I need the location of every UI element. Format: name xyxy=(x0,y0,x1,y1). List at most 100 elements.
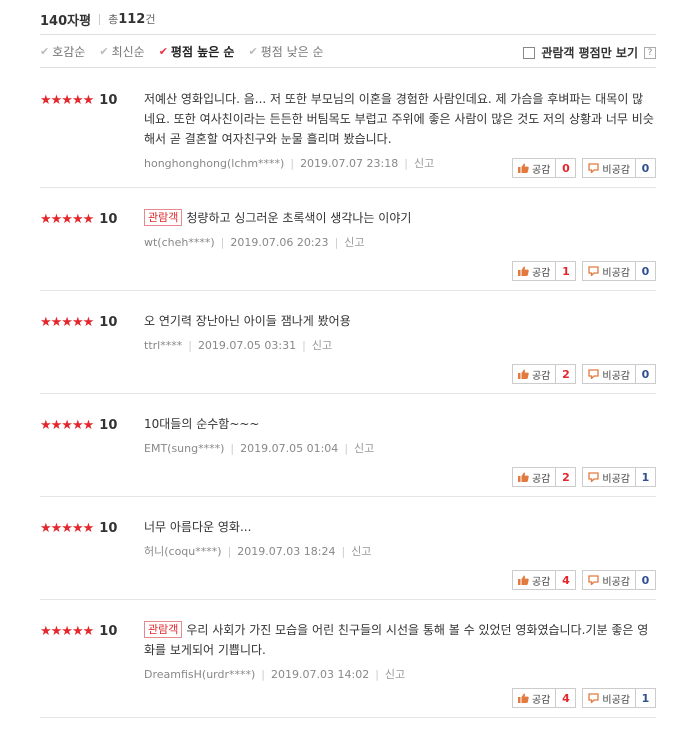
stars-icon: ★★★★★ xyxy=(40,93,94,108)
review-item: ★★★★★ 10 관람객 우리 사회가 가진 모습을 어린 친구들의 시선을 통해 볼… xyxy=(40,600,656,718)
review-user[interactable]: 허니(coqu****) xyxy=(144,545,222,558)
check-icon: ✔ xyxy=(248,44,258,58)
review-text: 10대들의 순수함~~~ xyxy=(144,417,260,431)
audience-only-toggle[interactable]: 관람객 평점만 보기 ? xyxy=(523,44,656,61)
dislike-button[interactable]: 비공감 xyxy=(582,467,636,487)
review-date: 2019.07.05 03:31 xyxy=(197,339,297,352)
audience-badge: 관람객 xyxy=(144,209,183,226)
star-rating: ★★★★★ 10 xyxy=(40,521,117,536)
stars-icon: ★★★★★ xyxy=(40,212,94,227)
like-button[interactable]: 공감 xyxy=(511,467,557,487)
thumbs-up-icon xyxy=(517,369,529,379)
review-item: ★★★★★ 10 너무 아름다운 영화... 허니(coqu****) | 2019.07… xyxy=(40,497,656,600)
score: 10 xyxy=(99,624,118,639)
star-rating: ★★★★★ 10 xyxy=(40,418,117,433)
like-button[interactable]: 공감 xyxy=(511,570,557,590)
review-date: 2019.07.03 14:02 xyxy=(271,668,370,681)
like-button[interactable]: 공감 xyxy=(511,261,557,281)
report-link[interactable]: 신고 xyxy=(414,157,434,170)
score: 10 xyxy=(99,315,118,330)
score: 10 xyxy=(99,212,118,227)
section-title: 140자평 xyxy=(40,13,92,29)
thumbs-down-icon xyxy=(588,266,600,276)
review-item: ★★★★★ 10 저예산 영화입니다. 음... 저 또한 부모님의 이혼을 경험한… xyxy=(40,69,656,188)
review-user[interactable]: honghonghong(lchm****) xyxy=(144,157,284,170)
report-link[interactable]: 신고 xyxy=(351,545,371,558)
stars-icon: ★★★★★ xyxy=(40,624,94,639)
report-link[interactable]: 신고 xyxy=(312,339,332,352)
thumbs-up-icon xyxy=(517,472,529,482)
review-user[interactable]: wt(cheh****) xyxy=(144,236,215,249)
review-meta: DreamfisH(urdr****) | 2019.07.03 14:02 | 신고 xyxy=(144,668,406,681)
dislike-button[interactable]: 비공감 xyxy=(582,261,636,281)
score: 10 xyxy=(99,93,118,108)
review-date: 2019.07.03 18:24 xyxy=(237,545,336,558)
sort-option[interactable]: ✔ 평점 낮은 순 xyxy=(248,43,323,60)
review-list: ★★★★★ 10 저예산 영화입니다. 음... 저 또한 부모님의 이혼을 경험한… xyxy=(40,69,656,718)
review-text: 너무 아름다운 영화... xyxy=(144,520,252,534)
report-link[interactable]: 신고 xyxy=(344,236,364,249)
review-text: 저예산 영화입니다. 음... 저 또한 부모님의 이혼을 경험한 사람인데요.… xyxy=(144,92,654,146)
section-header: 140자평 총112건 xyxy=(40,10,155,29)
vote-box: 공감 2 비공감 0 xyxy=(511,364,656,384)
check-icon: ✔ xyxy=(99,44,109,58)
stars-icon: ★★★★★ xyxy=(40,521,94,536)
thumbs-down-icon xyxy=(588,693,600,703)
thumbs-down-icon xyxy=(588,369,600,379)
divider xyxy=(99,13,101,25)
review-meta: EMT(sung****) | 2019.07.05 01:04 | 신고 xyxy=(144,442,375,455)
audience-only-label: 관람객 평점만 보기 xyxy=(541,46,638,60)
sort-bar: ✔ 호감순 ✔ 최신순 ✔ 평점 높은 순 ✔ 평점 낮은 순 관람객 평점만 보기 ? xyxy=(40,34,656,68)
sort-option[interactable]: ✔ 최신순 xyxy=(99,43,144,60)
vote-box: 공감 4 비공감 0 xyxy=(511,570,656,590)
review-meta: wt(cheh****) | 2019.07.06 20:23 | 신고 xyxy=(144,236,365,249)
dislike-count: 0 xyxy=(636,364,656,384)
stars-icon: ★★★★★ xyxy=(40,418,94,433)
check-icon: ✔ xyxy=(40,44,50,58)
like-count: 4 xyxy=(556,688,577,708)
report-link[interactable]: 신고 xyxy=(354,442,374,455)
audience-badge: 관람객 xyxy=(144,621,183,638)
sort-option-label: 평점 낮은 순 xyxy=(260,44,324,59)
review-user[interactable]: EMT(sung****) xyxy=(144,442,224,455)
star-rating: ★★★★★ 10 xyxy=(40,212,117,227)
sort-option-label: 최신순 xyxy=(111,44,145,59)
audience-only-checkbox[interactable] xyxy=(523,46,536,59)
thumbs-down-icon xyxy=(588,472,600,482)
sort-option[interactable]: ✔ 호감순 xyxy=(40,43,85,60)
thumbs-up-icon xyxy=(517,575,529,585)
review-meta: 허니(coqu****) | 2019.07.03 18:24 | 신고 xyxy=(144,545,372,558)
like-button[interactable]: 공감 xyxy=(511,158,557,178)
help-icon[interactable]: ? xyxy=(644,46,656,59)
like-button[interactable]: 공감 xyxy=(511,688,557,708)
review-item: ★★★★★ 10 오 연기력 장난아닌 아이들 잼나게 봤어용 ttrl**** | 20… xyxy=(40,291,656,394)
review-user[interactable]: DreamfisH(urdr****) xyxy=(144,668,255,681)
review-date: 2019.07.06 20:23 xyxy=(230,236,329,249)
sort-option[interactable]: ✔ 평점 높은 순 xyxy=(159,43,235,60)
dislike-button[interactable]: 비공감 xyxy=(582,570,636,590)
sort-option-label: 호감순 xyxy=(52,44,86,59)
thumbs-down-icon xyxy=(588,575,600,585)
thumbs-down-icon xyxy=(588,163,600,173)
like-count: 1 xyxy=(556,261,577,281)
dislike-count: 1 xyxy=(636,688,656,708)
review-text: 관람객 청량하고 싱그러운 초록색이 생각나는 이야기 xyxy=(144,208,654,228)
review-date: 2019.07.07 23:18 xyxy=(300,157,399,170)
score: 10 xyxy=(99,521,118,536)
dislike-button[interactable]: 비공감 xyxy=(582,364,636,384)
dislike-button[interactable]: 비공감 xyxy=(582,158,636,178)
like-count: 2 xyxy=(556,364,577,384)
score: 10 xyxy=(99,418,118,433)
review-user[interactable]: ttrl**** xyxy=(144,339,182,352)
review-meta: ttrl**** | 2019.07.05 03:31 | 신고 xyxy=(144,339,333,352)
star-rating: ★★★★★ 10 xyxy=(40,93,117,108)
like-button[interactable]: 공감 xyxy=(511,364,557,384)
sort-option-label: 평점 높은 순 xyxy=(170,44,235,59)
review-date: 2019.07.05 01:04 xyxy=(240,442,339,455)
vote-box: 공감 0 비공감 0 xyxy=(511,158,656,178)
report-link[interactable]: 신고 xyxy=(385,668,405,681)
vote-box: 공감 2 비공감 1 xyxy=(511,467,656,487)
dislike-button[interactable]: 비공감 xyxy=(582,688,636,708)
vote-box: 공감 1 비공감 0 xyxy=(511,261,656,281)
thumbs-up-icon xyxy=(517,266,529,276)
